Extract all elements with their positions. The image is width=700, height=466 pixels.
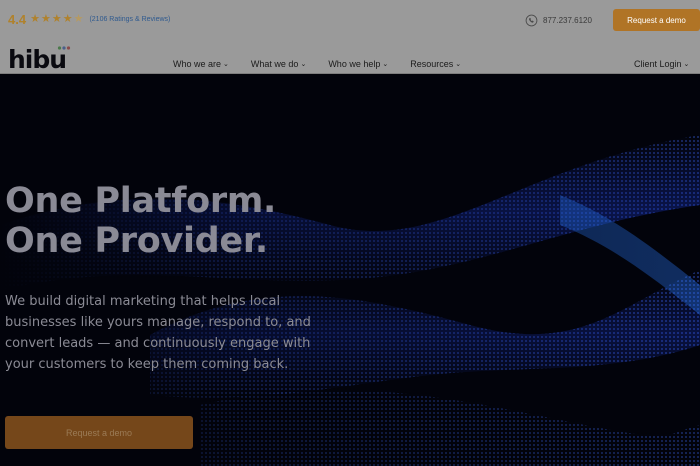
chevron-down-icon: ⌄ (455, 61, 462, 68)
chevron-down-icon: ⌄ (300, 61, 307, 68)
phone-icon (525, 14, 538, 27)
hero-headline: One Platform. One Provider. (5, 181, 276, 261)
phone-number: 877.237.6120 (543, 16, 592, 25)
client-login-label: Client Login (634, 59, 682, 69)
particle-wave-background (0, 75, 700, 466)
request-demo-button-header[interactable]: Request a demo (613, 9, 700, 31)
chevron-down-icon: ⌄ (223, 61, 229, 68)
headline-line-1: One Platform. (5, 181, 276, 221)
nav-item-who-we-are[interactable]: Who we are ⌄ (173, 59, 229, 69)
hero-subtext: We build digital marketing that helps lo… (5, 294, 311, 372)
nav-item-label: Who we help (328, 59, 381, 69)
phone-contact[interactable]: 877.237.6120 (525, 14, 592, 27)
star-icon: ★ (51, 13, 62, 25)
nav-item-what-we-do[interactable]: What we do ⌄ (251, 59, 306, 69)
nav-item-label: Resources (410, 59, 454, 69)
chevron-down-icon: ⌄ (683, 61, 690, 68)
hero-section: One Platform. One Provider. We build dig… (0, 75, 700, 466)
client-login-menu[interactable]: Client Login ⌄ (634, 59, 689, 69)
star-half-icon: ★ (73, 13, 84, 25)
headline-line-2: One Provider. (5, 221, 268, 261)
star-icon: ★ (30, 13, 40, 25)
request-demo-button-hero[interactable]: Request a demo (5, 416, 193, 449)
rating-value: 4.4 (8, 12, 27, 27)
star-icon: ★ (62, 13, 73, 25)
chevron-down-icon: ⌄ (382, 61, 389, 68)
nav-item-label: What we do (250, 59, 299, 69)
ratings-reviews-link[interactable]: (2106 Ratings & Reviews) (89, 16, 170, 23)
nav-item-who-we-help[interactable]: Who we help ⌄ (328, 59, 388, 69)
rating-stars: ★ ★ ★ ★ ★ (30, 14, 83, 25)
nav-item-resources[interactable]: Resources ⌄ (410, 59, 461, 69)
nav-menu: Who we are ⌄ What we do ⌄ Who we help ⌄ … (173, 59, 483, 69)
top-utility-bar: 4.4 ★ ★ ★ ★ ★ (2106 Ratings & Reviews) 8… (0, 0, 700, 42)
logo-dots-icon (57, 46, 71, 50)
rating-summary: 4.4 ★ ★ ★ ★ ★ (2106 Ratings & Reviews) (8, 12, 170, 27)
main-navigation: hibu Who we are ⌄ What we do ⌄ Who we he… (0, 42, 700, 74)
star-icon: ★ (40, 13, 51, 25)
nav-item-label: Who we are (173, 59, 222, 69)
